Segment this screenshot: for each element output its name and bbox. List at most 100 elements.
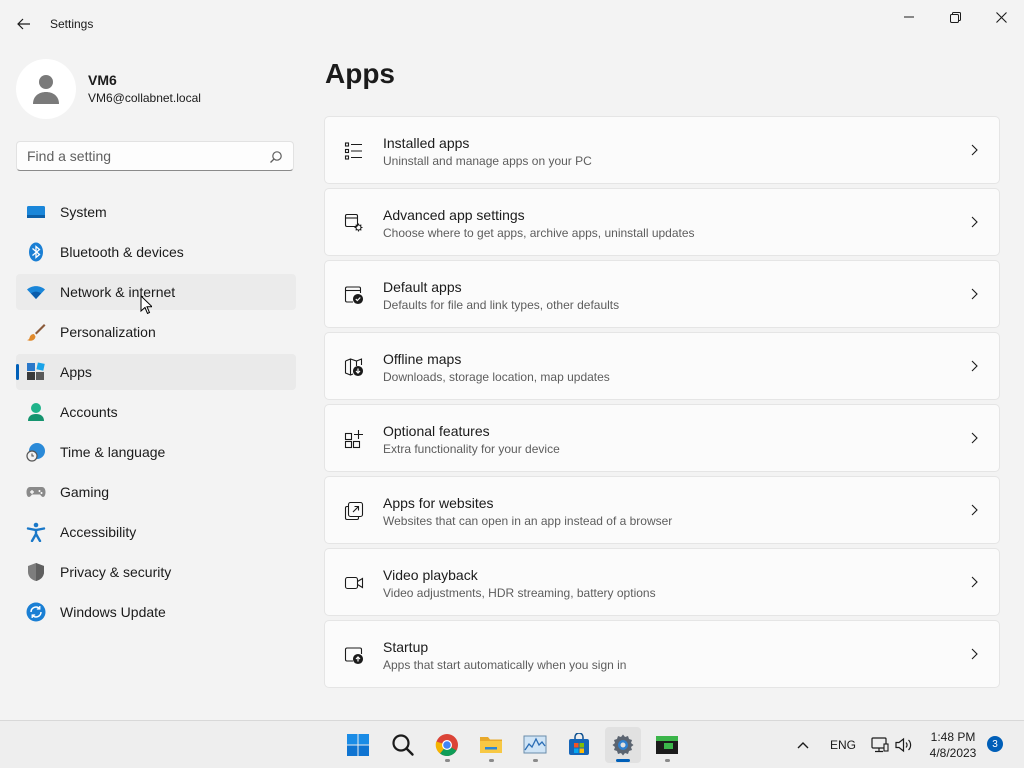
taskbar-chrome-button[interactable] (429, 727, 465, 763)
sidebar-item-label: System (60, 204, 107, 220)
title-bar: Settings (0, 0, 1024, 48)
sidebar-item-network[interactable]: Network & internet (16, 274, 296, 310)
taskbar-file-explorer-button[interactable] (473, 727, 509, 763)
chevron-right-icon (971, 504, 978, 516)
taskbar-start-button[interactable] (340, 727, 376, 763)
chevron-up-icon[interactable] (795, 737, 811, 753)
running-indicator (665, 759, 670, 762)
close-button[interactable] (978, 4, 1024, 30)
window-title: Settings (50, 17, 94, 31)
card-apps-for-websites[interactable]: Apps for websites Websites that can open… (324, 476, 1000, 544)
sidebar-item-system[interactable]: System (16, 194, 296, 230)
card-description: Defaults for file and link types, other … (383, 298, 620, 312)
settings-search-box[interactable] (16, 141, 294, 171)
sidebar-item-label: Time & language (60, 444, 166, 460)
wifi-icon (26, 282, 46, 302)
volume-icon[interactable] (894, 735, 914, 755)
chevron-right-icon (971, 216, 978, 228)
search-icon[interactable] (269, 150, 283, 164)
sidebar-item-label: Accessibility (60, 524, 137, 540)
card-title: Default apps (383, 279, 462, 295)
card-offline-maps[interactable]: Offline maps Downloads, storage location… (324, 332, 1000, 400)
gamepad-icon (26, 482, 46, 502)
sidebar-item-label: Windows Update (60, 604, 166, 620)
card-title: Installed apps (383, 135, 470, 151)
sidebar-item-apps[interactable]: Apps (16, 354, 296, 390)
sidebar-item-bluetooth[interactable]: Bluetooth & devices (16, 234, 296, 270)
sidebar-item-accessibility[interactable]: Accessibility (16, 514, 296, 550)
page-title: Apps (325, 58, 395, 89)
restore-icon (949, 11, 961, 23)
chevron-right-icon (971, 144, 978, 156)
clock[interactable]: 1:48 PM 4/8/2023 (918, 729, 988, 761)
settings-card-list: Installed apps Uninstall and manage apps… (324, 116, 1000, 692)
sidebar-item-label: Bluetooth & devices (60, 244, 184, 260)
minimize-button[interactable] (886, 4, 932, 30)
card-description: Websites that can open in an app instead… (383, 514, 673, 528)
monitor-icon (26, 202, 46, 222)
card-description: Choose where to get apps, archive apps, … (383, 226, 695, 240)
sidebar-item-accounts[interactable]: Accounts (16, 394, 296, 430)
card-advanced-app-settings[interactable]: Advanced app settings Choose where to ge… (324, 188, 1000, 256)
back-button[interactable] (12, 12, 36, 36)
user-profile[interactable]: VM6 VM6@collabnet.local (16, 56, 296, 119)
app-settings-icon (343, 212, 365, 234)
card-title: Video playback (383, 567, 478, 583)
card-description: Extra functionality for your device (383, 442, 560, 456)
sidebar-item-time-language[interactable]: Time & language (16, 434, 296, 470)
taskbar: ENG 1:48 PM 4/8/2023 3 (0, 720, 1024, 768)
sidebar-item-privacy[interactable]: Privacy & security (16, 554, 296, 590)
running-indicator (533, 759, 538, 762)
folder-icon (480, 737, 502, 753)
search-icon (392, 734, 414, 756)
person-icon (26, 402, 46, 422)
add-grid-icon (343, 428, 365, 450)
terminal-icon (656, 736, 678, 754)
card-title: Apps for websites (383, 495, 494, 511)
clock-time: 1:48 PM (930, 730, 976, 744)
taskbar-performance-monitor-button[interactable] (517, 727, 553, 763)
card-startup[interactable]: Startup Apps that start automatically wh… (324, 620, 1000, 688)
list-icon (343, 140, 365, 162)
card-video-playback[interactable]: Video playback Video adjustments, HDR st… (324, 548, 1000, 616)
close-icon (995, 11, 1007, 23)
windows-start-icon (347, 734, 369, 756)
card-title: Startup (383, 639, 429, 655)
avatar (16, 59, 76, 119)
sidebar-item-gaming[interactable]: Gaming (16, 474, 296, 510)
sidebar-item-label: Gaming (60, 484, 110, 500)
card-description: Downloads, storage location, map updates (383, 370, 610, 384)
sidebar-item-label: Network & internet (60, 284, 176, 300)
person-silhouette-icon (33, 75, 59, 104)
search-input[interactable] (27, 148, 257, 164)
active-indicator (616, 759, 630, 762)
sidebar-item-label: Accounts (60, 404, 118, 420)
chevron-right-icon (971, 360, 978, 372)
chart-icon (523, 735, 547, 754)
bluetooth-icon (26, 242, 46, 262)
taskbar-settings-button[interactable] (605, 727, 641, 763)
chevron-right-icon (971, 648, 978, 660)
running-indicator (445, 759, 450, 762)
clock-date: 4/8/2023 (929, 746, 977, 760)
card-installed-apps[interactable]: Installed apps Uninstall and manage apps… (324, 116, 1000, 184)
settings-gear-icon (612, 734, 634, 756)
user-email: VM6@collabnet.local (88, 91, 201, 105)
maximize-button[interactable] (932, 4, 978, 30)
sidebar-item-personalization[interactable]: Personalization (16, 314, 296, 350)
chevron-right-icon (971, 288, 978, 300)
taskbar-store-button[interactable] (561, 727, 597, 763)
taskbar-terminal-button[interactable] (649, 727, 685, 763)
running-indicator (489, 759, 494, 762)
chevron-right-icon (971, 432, 978, 444)
card-default-apps[interactable]: Default apps Defaults for file and link … (324, 260, 1000, 328)
input-language-indicator[interactable]: ENG (830, 738, 856, 752)
notification-badge[interactable]: 3 (987, 736, 1003, 752)
network-icon[interactable] (870, 735, 890, 755)
update-icon (26, 602, 46, 622)
chevron-right-icon (971, 576, 978, 588)
card-description: Apps that start automatically when you s… (383, 658, 627, 672)
sidebar-item-windows-update[interactable]: Windows Update (16, 594, 296, 630)
taskbar-search-button[interactable] (385, 727, 421, 763)
card-optional-features[interactable]: Optional features Extra functionality fo… (324, 404, 1000, 472)
